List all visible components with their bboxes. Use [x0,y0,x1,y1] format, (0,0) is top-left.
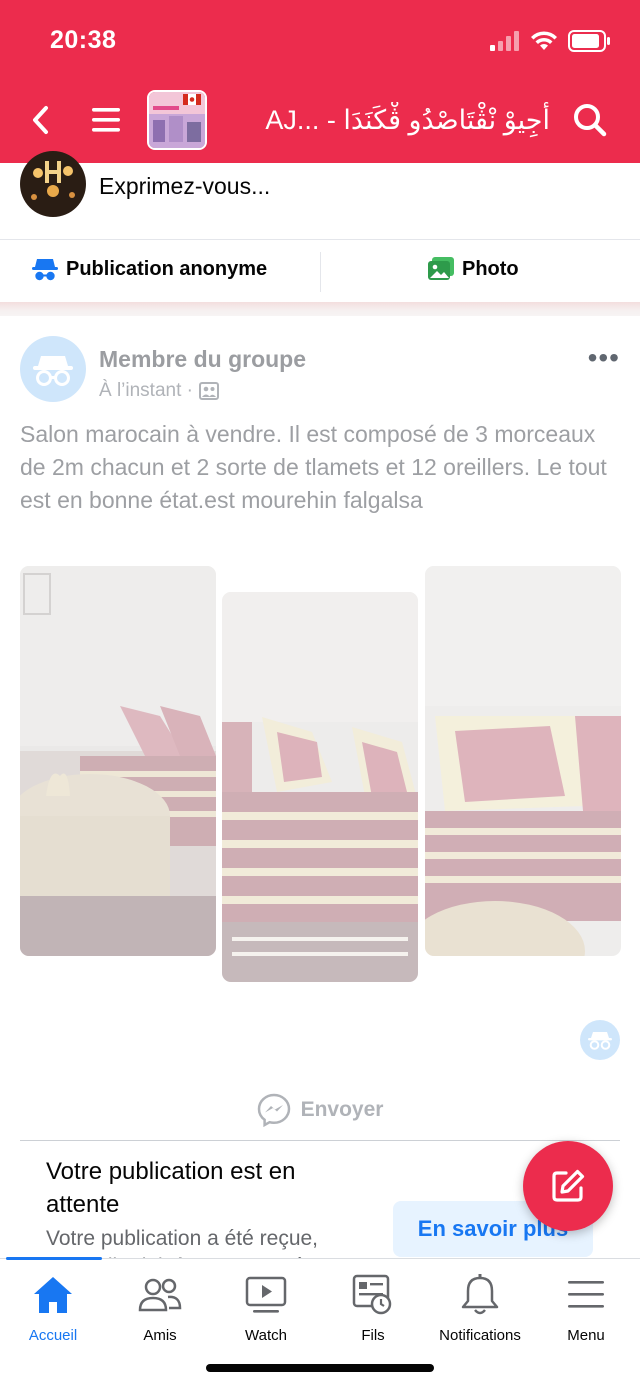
active-tab-indicator [6,1257,102,1260]
wifi-icon [531,31,557,50]
hamburger-button[interactable] [86,100,126,140]
anonymous-avatar [20,336,86,402]
feeds-icon [351,1273,395,1317]
composer-actions: Publication anonyme Photo [0,240,640,302]
sofa-pillow-photo [425,566,621,956]
post-author[interactable]: Membre du groupe [99,346,306,373]
tab-label: Accueil [28,1327,78,1344]
tab-label: Menu [567,1327,605,1344]
home-indicator [206,1364,434,1372]
sofa-cushions-photo [222,592,418,982]
divider [320,252,321,292]
compose-fab[interactable] [523,1141,613,1231]
photo-button[interactable]: Photo [428,257,519,281]
section-separator [0,302,640,316]
status-icons [490,28,610,54]
edit-icon [552,1169,585,1202]
photo-icon [428,257,454,280]
sofa-table-photo [20,566,216,956]
tab-notifications[interactable]: Notifications [427,1273,533,1353]
group-cover-image [149,92,205,148]
send-label: Envoyer [300,1098,384,1121]
post-photo-3[interactable] [425,566,621,956]
post-photo-1[interactable] [20,566,216,956]
messenger-icon [257,1093,290,1127]
incognito-icon [32,259,58,281]
menu-icon [564,1273,608,1317]
tab-friends[interactable]: Amis [107,1273,213,1353]
search-button[interactable] [568,98,612,142]
status-time: 20:38 [50,26,117,54]
post-time: À l’instant · [99,380,193,401]
incognito-small-icon [588,1032,612,1050]
bell-icon [458,1273,502,1317]
post-composer[interactable]: Exprimez-vous... [0,151,640,239]
signal-icon [490,31,519,51]
home-icon [31,1273,75,1317]
pending-body: Votre publication a été reçue, mais elle… [46,1227,319,1258]
friends-icon [138,1273,182,1317]
anonymous-post-button[interactable]: Publication anonyme [32,257,267,281]
anonymous-indicator [580,1020,620,1060]
watch-icon [244,1273,288,1317]
post-meta: À l’instant · [99,380,219,402]
post-more-options-button[interactable]: ••• [588,342,620,374]
tab-label: Fils [361,1327,385,1344]
nav-row: أَجِيوْ نْڤْتَاصْدُو ڤْكَنَدَا - ...AJ [0,88,640,154]
search-icon [574,104,607,137]
post-text: Salon marocain à vendre. Il est composé … [20,421,607,513]
tab-feeds[interactable]: Fils [320,1273,426,1353]
back-icon [33,106,48,134]
send-button[interactable]: Envoyer [0,1090,640,1130]
group-title[interactable]: أَجِيوْ نْڤْتَاصْدُو ڤْكَنَدَا - ...AJ [220,102,550,142]
tab-watch[interactable]: Watch [213,1273,319,1353]
group-audience-icon [198,382,219,400]
app-header: 20:38 أَجِيوْ نْڤْتَاصْدُو ڤْكَنَدَا - .… [0,0,640,163]
user-avatar [20,151,86,217]
tab-label: Amis [143,1327,177,1344]
tab-label: Notifications [439,1327,521,1344]
group-cover-thumbnail[interactable] [147,90,207,150]
anonymous-post-label: Publication anonyme [66,257,268,280]
tab-menu[interactable]: Menu [533,1273,639,1353]
photo-label: Photo [462,257,519,280]
incognito-avatar-icon [33,356,73,386]
composer-prompt[interactable]: Exprimez-vous... [99,173,270,200]
user-avatar-image [20,151,86,217]
pending-title: Votre publication est en attente [46,1158,296,1218]
back-button[interactable] [20,100,60,140]
post-photo-2[interactable] [222,592,418,982]
battery-icon [568,30,610,52]
hamburger-icon [92,108,120,132]
tab-home[interactable]: Accueil [0,1273,106,1353]
tab-label: Watch [245,1327,287,1344]
